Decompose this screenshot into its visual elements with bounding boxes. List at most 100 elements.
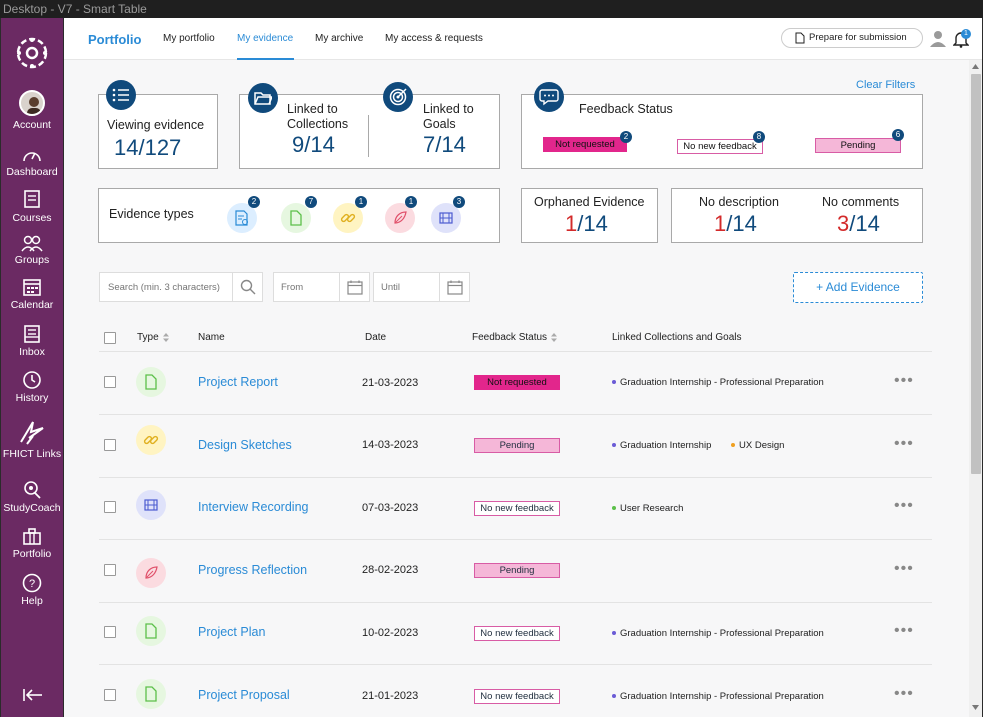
status-badge: Pending (474, 438, 560, 453)
linked-item[interactable]: User Research (612, 503, 683, 514)
linked-item[interactable]: Graduation Internship (612, 440, 711, 451)
row-checkbox[interactable] (104, 689, 116, 701)
until-date-input[interactable] (374, 273, 440, 301)
sidebar-item-history[interactable]: History (1, 370, 63, 404)
row-more-menu[interactable]: ••• (894, 436, 914, 452)
evidence-types-label: Evidence types (109, 207, 194, 221)
evidence-date: 21-01-2023 (362, 690, 419, 702)
sidebar-item-label: Calendar (10, 299, 54, 311)
type-count-badge: 7 (305, 196, 317, 208)
scroll-up-icon[interactable] (972, 64, 979, 69)
sidebar-item-inbox[interactable]: Inbox (1, 324, 63, 358)
row-checkbox[interactable] (104, 439, 116, 451)
from-calendar-button[interactable] (339, 273, 369, 301)
status-badge: Pending (474, 563, 560, 578)
evidence-date: 10-02-2023 (362, 627, 419, 639)
sidebar-item-dashboard[interactable]: Dashboard (1, 146, 63, 178)
linked-item[interactable]: Graduation Internship - Professional Pre… (612, 628, 824, 639)
row-checkbox[interactable] (104, 564, 116, 576)
tab-my-archive[interactable]: My archive (315, 33, 363, 44)
no-description-label[interactable]: No description (699, 195, 779, 210)
evidence-name-link[interactable]: Progress Reflection (198, 563, 307, 577)
sidebar-item-label: Portfolio (12, 548, 52, 560)
tab-my-evidence[interactable]: My evidence (237, 33, 293, 44)
clear-filters-link[interactable]: Clear Filters (856, 79, 915, 91)
search-input[interactable] (100, 273, 233, 301)
sidebar-item-label: Help (21, 595, 43, 607)
orphaned-evidence-card[interactable]: Orphaned Evidence 1/14 (521, 188, 658, 243)
no-comments-total: /14 (849, 211, 880, 236)
row-checkbox[interactable] (104, 376, 116, 388)
vertical-scrollbar[interactable] (969, 60, 982, 717)
app-logo-icon[interactable] (15, 36, 49, 70)
sidebar-item-studycoach[interactable]: StudyCoach (1, 480, 63, 514)
goals-label-1[interactable]: Linked to (423, 102, 474, 117)
collections-label-1[interactable]: Linked to (287, 102, 338, 117)
row-more-menu[interactable]: ••• (894, 498, 914, 514)
filter-no-new-feedback[interactable]: No new feedback (677, 139, 763, 154)
evidence-name-link[interactable]: Design Sketches (198, 438, 292, 452)
evidence-types-card: Evidence types 2 7 1 1 3 (98, 188, 500, 243)
collections-label-2[interactable]: Collections (287, 117, 348, 132)
scrollbar-thumb[interactable] (971, 74, 981, 474)
sidebar-item-label: Inbox (19, 346, 45, 358)
sidebar-item-portfolio[interactable]: Portfolio (1, 528, 63, 560)
sidebar-item-help[interactable]: ? Help (1, 573, 63, 607)
sidebar-item-courses[interactable]: Courses (1, 190, 63, 224)
sidebar-item-calendar[interactable]: Calendar (1, 277, 63, 311)
inbox-icon (24, 325, 40, 343)
add-evidence-button[interactable]: + Add Evidence (793, 272, 923, 303)
row-more-menu[interactable]: ••• (894, 561, 914, 577)
row-more-menu[interactable]: ••• (894, 686, 914, 702)
scroll-down-icon[interactable] (972, 705, 979, 710)
date-column-header[interactable]: Date (365, 332, 386, 343)
search-button[interactable] (232, 273, 262, 301)
collapse-sidebar-icon[interactable] (23, 688, 43, 707)
goals-label-2[interactable]: Goals (423, 117, 456, 132)
tab-my-portfolio[interactable]: My portfolio (163, 33, 215, 44)
collections-value[interactable]: 9/14 (292, 132, 335, 158)
document-icon (290, 210, 302, 226)
user-avatar-icon[interactable] (929, 29, 947, 52)
from-date-input[interactable] (274, 273, 340, 301)
sidebar-item-fhict-links[interactable]: FHICT Links (1, 420, 63, 460)
list-icon (106, 80, 136, 110)
orphaned-label: Orphaned Evidence (534, 195, 645, 209)
link-icon (136, 425, 166, 455)
filter-not-requested[interactable]: Not requested (543, 137, 627, 152)
row-checkbox[interactable] (104, 626, 116, 638)
row-divider (99, 477, 932, 478)
sidebar-item-account[interactable]: Account (1, 90, 63, 131)
tab-my-access-requests[interactable]: My access & requests (385, 33, 483, 44)
linked-item[interactable]: Graduation Internship - Professional Pre… (612, 691, 824, 702)
target-icon (383, 82, 413, 112)
sidebar-item-groups[interactable]: Groups (1, 234, 63, 266)
select-all-checkbox[interactable] (104, 332, 116, 344)
feedback-column-header[interactable]: Feedback Status (472, 332, 558, 343)
filter-pending[interactable]: Pending (815, 138, 901, 153)
no-comments-label[interactable]: No comments (822, 195, 899, 210)
until-date-box (373, 272, 470, 302)
goals-value[interactable]: 7/14 (423, 132, 466, 158)
filter-type-document[interactable] (281, 203, 311, 233)
brand-title[interactable]: Portfolio (88, 32, 141, 47)
row-more-menu[interactable]: ••• (894, 623, 914, 639)
calendar-icon (446, 280, 463, 295)
prepare-submission-label: Prepare for submission (809, 32, 907, 43)
prepare-submission-button[interactable]: Prepare for submission (781, 28, 923, 48)
type-count-badge: 1 (355, 196, 367, 208)
evidence-name-link[interactable]: Interview Recording (198, 500, 308, 514)
until-calendar-button[interactable] (439, 273, 469, 301)
row-more-menu[interactable]: ••• (894, 373, 914, 389)
row-divider (99, 414, 932, 415)
linked-item[interactable]: UX Design (731, 440, 784, 451)
evidence-name-link[interactable]: Project Report (198, 375, 278, 389)
linked-item[interactable]: Graduation Internship - Professional Pre… (612, 377, 824, 388)
type-column-header[interactable]: Type (137, 332, 169, 343)
evidence-name-link[interactable]: Project Plan (198, 625, 265, 639)
name-column-header[interactable]: Name (198, 332, 225, 343)
status-badge: Not requested (474, 375, 560, 390)
divider (368, 115, 369, 157)
evidence-name-link[interactable]: Project Proposal (198, 688, 290, 702)
row-checkbox[interactable] (104, 501, 116, 513)
